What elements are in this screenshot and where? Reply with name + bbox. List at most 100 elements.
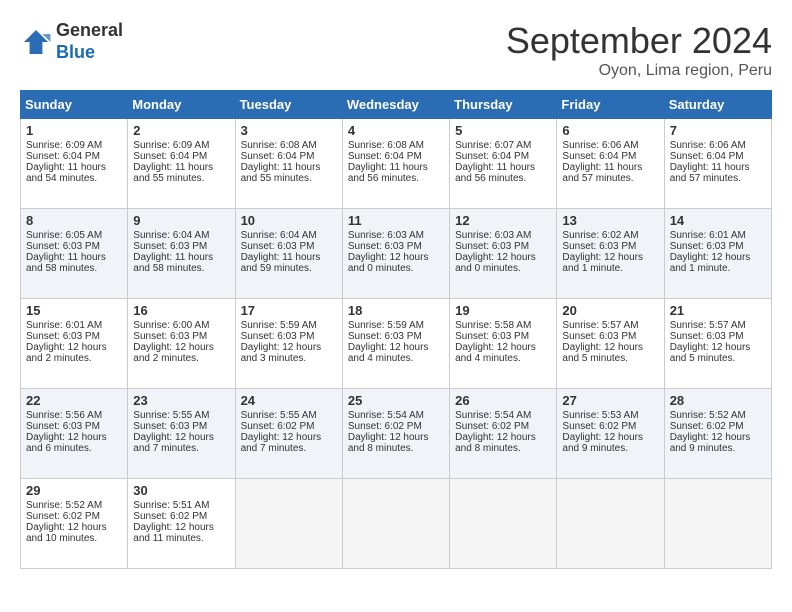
cell-day-22: 22 Sunrise: 5:56 AM Sunset: 6:03 PM Dayl… bbox=[21, 389, 128, 479]
col-sunday: Sunday bbox=[21, 91, 128, 119]
cell-day-2: 2 Sunrise: 6:09 AM Sunset: 6:04 PM Dayli… bbox=[128, 119, 235, 209]
daylight-label: Daylight: 12 hours and 11 minutes. bbox=[133, 522, 214, 544]
sunrise-label: Sunrise: 5:59 AM bbox=[348, 320, 424, 331]
cell-day-23: 23 Sunrise: 5:55 AM Sunset: 6:03 PM Dayl… bbox=[128, 389, 235, 479]
day-number: 2 bbox=[133, 123, 229, 138]
day-number: 28 bbox=[670, 393, 766, 408]
sunset-label: Sunset: 6:02 PM bbox=[348, 421, 422, 432]
daylight-label: Daylight: 12 hours and 9 minutes. bbox=[670, 432, 751, 454]
cell-day-9: 9 Sunrise: 6:04 AM Sunset: 6:03 PM Dayli… bbox=[128, 209, 235, 299]
cell-day-30: 30 Sunrise: 5:51 AM Sunset: 6:02 PM Dayl… bbox=[128, 479, 235, 569]
day-number: 26 bbox=[455, 393, 551, 408]
sunrise-label: Sunrise: 5:54 AM bbox=[455, 410, 531, 421]
day-number: 18 bbox=[348, 303, 444, 318]
daylight-label: Daylight: 12 hours and 2 minutes. bbox=[133, 342, 214, 364]
sunrise-label: Sunrise: 6:07 AM bbox=[455, 140, 531, 151]
sunset-label: Sunset: 6:03 PM bbox=[455, 241, 529, 252]
cell-day-21: 21 Sunrise: 5:57 AM Sunset: 6:03 PM Dayl… bbox=[664, 299, 771, 389]
daylight-label: Daylight: 12 hours and 5 minutes. bbox=[670, 342, 751, 364]
cell-day-1: 1 Sunrise: 6:09 AM Sunset: 6:04 PM Dayli… bbox=[21, 119, 128, 209]
cell-day-29: 29 Sunrise: 5:52 AM Sunset: 6:02 PM Dayl… bbox=[21, 479, 128, 569]
cell-day-27: 27 Sunrise: 5:53 AM Sunset: 6:02 PM Dayl… bbox=[557, 389, 664, 479]
sunrise-label: Sunrise: 5:52 AM bbox=[670, 410, 746, 421]
daylight-label: Daylight: 12 hours and 4 minutes. bbox=[455, 342, 536, 364]
sunset-label: Sunset: 6:03 PM bbox=[26, 241, 100, 252]
sunset-label: Sunset: 6:03 PM bbox=[133, 421, 207, 432]
cell-day-11: 11 Sunrise: 6:03 AM Sunset: 6:03 PM Dayl… bbox=[342, 209, 449, 299]
day-number: 6 bbox=[562, 123, 658, 138]
daylight-label: Daylight: 12 hours and 0 minutes. bbox=[455, 252, 536, 274]
daylight-label: Daylight: 12 hours and 1 minute. bbox=[562, 252, 643, 274]
day-number: 12 bbox=[455, 213, 551, 228]
sunset-label: Sunset: 6:03 PM bbox=[26, 421, 100, 432]
sunrise-label: Sunrise: 6:09 AM bbox=[133, 140, 209, 151]
logo-icon bbox=[20, 26, 52, 58]
daylight-label: Daylight: 12 hours and 8 minutes. bbox=[455, 432, 536, 454]
cell-empty bbox=[450, 479, 557, 569]
sunrise-label: Sunrise: 6:03 AM bbox=[455, 230, 531, 241]
day-number: 9 bbox=[133, 213, 229, 228]
sunset-label: Sunset: 6:03 PM bbox=[562, 241, 636, 252]
sunset-label: Sunset: 6:04 PM bbox=[670, 151, 744, 162]
sunset-label: Sunset: 6:04 PM bbox=[455, 151, 529, 162]
cell-day-4: 4 Sunrise: 6:08 AM Sunset: 6:04 PM Dayli… bbox=[342, 119, 449, 209]
sunset-label: Sunset: 6:03 PM bbox=[562, 331, 636, 342]
day-number: 8 bbox=[26, 213, 122, 228]
sunrise-label: Sunrise: 6:02 AM bbox=[562, 230, 638, 241]
daylight-label: Daylight: 12 hours and 3 minutes. bbox=[241, 342, 322, 364]
cell-day-16: 16 Sunrise: 6:00 AM Sunset: 6:03 PM Dayl… bbox=[128, 299, 235, 389]
day-number: 14 bbox=[670, 213, 766, 228]
sunset-label: Sunset: 6:03 PM bbox=[455, 331, 529, 342]
cell-empty bbox=[342, 479, 449, 569]
sunrise-label: Sunrise: 5:57 AM bbox=[562, 320, 638, 331]
sunrise-label: Sunrise: 6:06 AM bbox=[562, 140, 638, 151]
sunrise-label: Sunrise: 6:04 AM bbox=[133, 230, 209, 241]
daylight-label: Daylight: 12 hours and 0 minutes. bbox=[348, 252, 429, 274]
sunset-label: Sunset: 6:02 PM bbox=[670, 421, 744, 432]
title-block: September 2024 Oyon, Lima region, Peru bbox=[506, 20, 772, 80]
cell-day-10: 10 Sunrise: 6:04 AM Sunset: 6:03 PM Dayl… bbox=[235, 209, 342, 299]
sunset-label: Sunset: 6:03 PM bbox=[348, 331, 422, 342]
col-wednesday: Wednesday bbox=[342, 91, 449, 119]
daylight-label: Daylight: 11 hours and 57 minutes. bbox=[670, 162, 750, 184]
sunset-label: Sunset: 6:04 PM bbox=[133, 151, 207, 162]
daylight-label: Daylight: 12 hours and 8 minutes. bbox=[348, 432, 429, 454]
cell-day-5: 5 Sunrise: 6:07 AM Sunset: 6:04 PM Dayli… bbox=[450, 119, 557, 209]
daylight-label: Daylight: 11 hours and 56 minutes. bbox=[348, 162, 428, 184]
sunset-label: Sunset: 6:02 PM bbox=[241, 421, 315, 432]
daylight-label: Daylight: 12 hours and 4 minutes. bbox=[348, 342, 429, 364]
sunrise-label: Sunrise: 5:56 AM bbox=[26, 410, 102, 421]
cell-day-12: 12 Sunrise: 6:03 AM Sunset: 6:03 PM Dayl… bbox=[450, 209, 557, 299]
calendar-header-row: Sunday Monday Tuesday Wednesday Thursday… bbox=[21, 91, 772, 119]
daylight-label: Daylight: 11 hours and 55 minutes. bbox=[133, 162, 213, 184]
daylight-label: Daylight: 11 hours and 56 minutes. bbox=[455, 162, 535, 184]
daylight-label: Daylight: 11 hours and 54 minutes. bbox=[26, 162, 106, 184]
daylight-label: Daylight: 11 hours and 55 minutes. bbox=[241, 162, 321, 184]
col-monday: Monday bbox=[128, 91, 235, 119]
cell-day-14: 14 Sunrise: 6:01 AM Sunset: 6:03 PM Dayl… bbox=[664, 209, 771, 299]
cell-day-20: 20 Sunrise: 5:57 AM Sunset: 6:03 PM Dayl… bbox=[557, 299, 664, 389]
sunrise-label: Sunrise: 5:53 AM bbox=[562, 410, 638, 421]
daylight-label: Daylight: 12 hours and 9 minutes. bbox=[562, 432, 643, 454]
day-number: 10 bbox=[241, 213, 337, 228]
daylight-label: Daylight: 11 hours and 59 minutes. bbox=[241, 252, 321, 274]
sunrise-label: Sunrise: 6:05 AM bbox=[26, 230, 102, 241]
sunset-label: Sunset: 6:04 PM bbox=[26, 151, 100, 162]
col-tuesday: Tuesday bbox=[235, 91, 342, 119]
sunset-label: Sunset: 6:02 PM bbox=[562, 421, 636, 432]
col-saturday: Saturday bbox=[664, 91, 771, 119]
cell-empty bbox=[235, 479, 342, 569]
sunset-label: Sunset: 6:03 PM bbox=[133, 241, 207, 252]
sunset-label: Sunset: 6:03 PM bbox=[241, 241, 315, 252]
day-number: 25 bbox=[348, 393, 444, 408]
daylight-label: Daylight: 11 hours and 57 minutes. bbox=[562, 162, 642, 184]
sunrise-label: Sunrise: 6:00 AM bbox=[133, 320, 209, 331]
sunset-label: Sunset: 6:04 PM bbox=[348, 151, 422, 162]
calendar-week-1: 1 Sunrise: 6:09 AM Sunset: 6:04 PM Dayli… bbox=[21, 119, 772, 209]
cell-day-18: 18 Sunrise: 5:59 AM Sunset: 6:03 PM Dayl… bbox=[342, 299, 449, 389]
calendar-week-4: 22 Sunrise: 5:56 AM Sunset: 6:03 PM Dayl… bbox=[21, 389, 772, 479]
sunrise-label: Sunrise: 5:55 AM bbox=[133, 410, 209, 421]
sunrise-label: Sunrise: 5:54 AM bbox=[348, 410, 424, 421]
cell-day-19: 19 Sunrise: 5:58 AM Sunset: 6:03 PM Dayl… bbox=[450, 299, 557, 389]
sunset-label: Sunset: 6:04 PM bbox=[241, 151, 315, 162]
